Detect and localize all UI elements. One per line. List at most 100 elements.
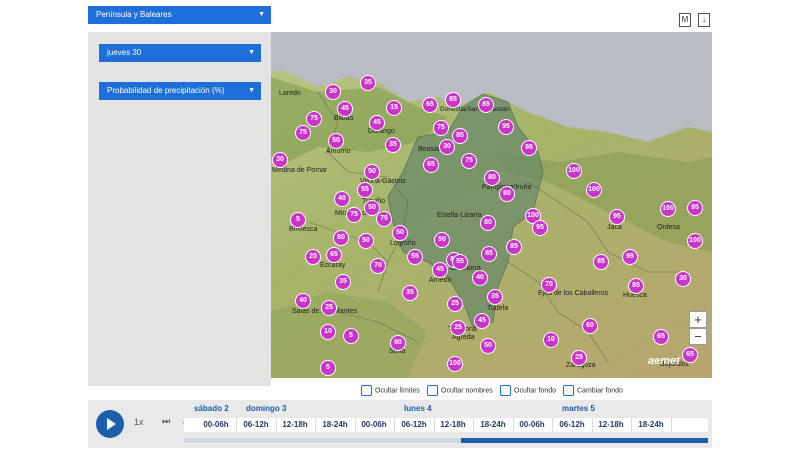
map-marker[interactable]: 40 — [334, 191, 350, 207]
map-marker[interactable]: 85 — [478, 97, 494, 113]
map-marker[interactable]: 100 — [447, 356, 463, 372]
map-marker[interactable]: 95 — [498, 119, 514, 135]
map-marker[interactable]: 50 — [328, 133, 344, 149]
map-marker[interactable]: 70 — [370, 258, 386, 274]
time-slot[interactable]: 12-18h — [433, 418, 474, 432]
time-slot[interactable]: 12-18h — [591, 418, 632, 432]
map-marker[interactable]: 100 — [687, 233, 703, 249]
map-marker[interactable]: 75 — [376, 211, 392, 227]
map-marker[interactable]: 35 — [402, 285, 418, 301]
timeline-scrollbar[interactable] — [184, 438, 708, 443]
checkbox-box[interactable] — [500, 385, 511, 396]
map-marker[interactable]: 35 — [360, 75, 376, 91]
map-marker[interactable]: 45 — [432, 262, 448, 278]
region-dropdown[interactable]: Península y Baleares ▼ — [88, 6, 271, 24]
hide-names-checkbox[interactable]: Ocultar nombres — [427, 385, 493, 397]
map-marker[interactable]: 65 — [422, 97, 438, 113]
map-marker[interactable]: 95 — [687, 200, 703, 216]
play-button[interactable] — [96, 410, 124, 438]
download-icon[interactable]: ↓ — [698, 13, 710, 27]
checkbox-box[interactable] — [361, 385, 372, 396]
checkbox-box[interactable] — [427, 385, 438, 396]
map-marker[interactable]: 80 — [499, 186, 515, 202]
legend-icon[interactable]: M — [679, 13, 691, 27]
scrollbar-thumb[interactable] — [461, 438, 708, 443]
map-marker[interactable]: 75 — [461, 153, 477, 169]
map-marker[interactable]: 95 — [521, 140, 537, 156]
change-background-checkbox[interactable]: Cambiar fondo — [563, 385, 623, 397]
speed-selector[interactable]: 1x — [134, 417, 144, 427]
map-marker[interactable]: 30 — [325, 84, 341, 100]
map-marker[interactable]: 75 — [346, 207, 362, 223]
checkbox-box[interactable] — [563, 385, 574, 396]
map-marker[interactable]: 35 — [487, 289, 503, 305]
day-dropdown[interactable]: jueves 30 ▼ — [99, 44, 261, 62]
map-marker[interactable]: 95 — [622, 249, 638, 265]
map-marker[interactable]: 80 — [480, 215, 496, 231]
map-marker[interactable]: 10 — [320, 324, 336, 340]
map-marker[interactable]: 75 — [306, 111, 322, 127]
map-marker[interactable]: 35 — [335, 274, 351, 290]
map-marker[interactable]: 50 — [480, 338, 496, 354]
map-marker[interactable]: 85 — [628, 278, 644, 294]
time-slot[interactable]: 06-12h — [394, 418, 435, 432]
time-slot[interactable]: 18-24h — [631, 418, 672, 432]
map-marker[interactable]: 35 — [385, 137, 401, 153]
map-marker[interactable]: 40 — [295, 293, 311, 309]
map-marker[interactable]: 65 — [326, 247, 342, 263]
time-slot[interactable]: 00-06h — [196, 418, 237, 432]
map-marker[interactable]: 55 — [452, 254, 468, 270]
map-marker[interactable]: 75 — [295, 125, 311, 141]
map-marker[interactable]: 5 — [320, 360, 336, 376]
map-marker[interactable]: 20 — [305, 249, 321, 265]
hide-background-checkbox[interactable]: Ocultar fondo — [500, 385, 556, 397]
map-marker[interactable]: 40 — [472, 270, 488, 286]
map-marker[interactable]: 85 — [506, 239, 522, 255]
map-marker[interactable]: 25 — [321, 300, 337, 316]
map-marker[interactable]: 50 — [434, 232, 450, 248]
map-marker[interactable]: 25 — [450, 320, 466, 336]
map-marker[interactable]: 15 — [386, 100, 402, 116]
map-marker[interactable]: 80 — [390, 335, 406, 351]
zoom-in-button[interactable]: + — [689, 311, 707, 328]
time-slot[interactable]: 00-06h — [512, 418, 553, 432]
map-marker[interactable]: 50 — [358, 233, 374, 249]
map-marker[interactable]: 100 — [660, 201, 676, 217]
map-marker[interactable]: 85 — [445, 92, 461, 108]
map-marker[interactable]: 30 — [272, 152, 288, 168]
map-marker[interactable]: 45 — [474, 313, 490, 329]
map-marker[interactable]: 30 — [439, 139, 455, 155]
map-marker[interactable]: 95 — [532, 220, 548, 236]
map-marker[interactable]: 50 — [364, 164, 380, 180]
map-marker[interactable]: 100 — [586, 182, 602, 198]
map-marker[interactable]: 30 — [675, 271, 691, 287]
map-marker[interactable]: 55 — [357, 182, 373, 198]
time-slot[interactable]: 18-24h — [473, 418, 514, 432]
time-slot[interactable]: 00-06h — [354, 418, 395, 432]
fast-forward-icon[interactable]: ⏭ — [162, 416, 170, 427]
map-marker[interactable]: 80 — [484, 170, 500, 186]
map-marker[interactable]: 60 — [582, 318, 598, 334]
time-slot[interactable]: 12-18h — [275, 418, 316, 432]
map-marker[interactable]: 85 — [481, 246, 497, 262]
map-marker[interactable]: 25 — [447, 296, 463, 312]
zoom-out-button[interactable]: − — [689, 328, 707, 345]
map-marker[interactable]: 80 — [333, 230, 349, 246]
map-marker[interactable]: 65 — [653, 329, 669, 345]
map-marker[interactable]: 65 — [423, 157, 439, 173]
map-marker[interactable]: 45 — [369, 115, 385, 131]
map-marker[interactable]: 65 — [682, 347, 698, 363]
map-marker[interactable]: 45 — [337, 101, 353, 117]
map-marker[interactable]: 75 — [433, 120, 449, 136]
map-marker[interactable]: 5 — [290, 212, 306, 228]
time-slot[interactable]: 06-12h — [552, 418, 593, 432]
map-marker[interactable]: 25 — [571, 350, 587, 366]
map-marker[interactable]: 70 — [541, 277, 557, 293]
map-marker[interactable]: 10 — [543, 332, 559, 348]
time-slot[interactable]: 06-12h — [236, 418, 277, 432]
map-marker[interactable]: 55 — [407, 249, 423, 265]
map-marker[interactable]: 85 — [593, 254, 609, 270]
time-slot[interactable]: 18-24h — [315, 418, 356, 432]
map-marker[interactable]: 95 — [609, 209, 625, 225]
variable-dropdown[interactable]: Probabilidad de precipitación (%) ▼ — [99, 82, 261, 100]
